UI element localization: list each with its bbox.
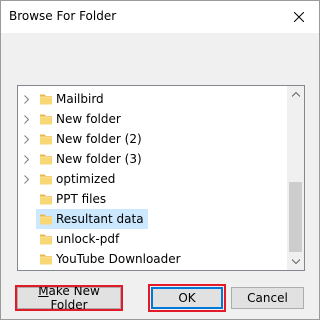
- vertical-scrollbar[interactable]: [287, 86, 304, 270]
- window-title: Browse For Folder: [9, 9, 117, 23]
- ok-label: OK: [178, 291, 196, 305]
- tree-item[interactable]: unlock-pdf: [18, 229, 288, 249]
- folder-icon: [39, 232, 53, 246]
- folder-icon: [39, 112, 53, 126]
- folder-icon: [39, 172, 53, 186]
- ok-button[interactable]: OK: [148, 284, 226, 312]
- chevron-up-icon: [291, 92, 300, 97]
- tree-item[interactable]: Resultant data: [18, 209, 288, 229]
- expand-chevron-right-icon[interactable]: [21, 134, 31, 144]
- scroll-up-button[interactable]: [287, 86, 304, 103]
- expand-chevron-right-icon[interactable]: [21, 114, 31, 124]
- tree-item-label: PPT files: [56, 192, 107, 206]
- tree-item-label: YouTube Downloader: [56, 252, 181, 266]
- tree-item[interactable]: YouTube Downloader: [18, 249, 288, 269]
- expand-chevron-right-icon[interactable]: [21, 94, 31, 104]
- tree-item[interactable]: Mailbird: [18, 89, 288, 109]
- tree-item-label-wrap[interactable]: YouTube Downloader: [36, 249, 185, 269]
- chevron-down-icon: [291, 259, 300, 264]
- tree-item-label: optimized: [56, 172, 116, 186]
- folder-icon: [39, 152, 53, 166]
- folder-tree-list: Mailbird New folder New folder (2) New fold…: [18, 89, 288, 269]
- make-new-folder-button[interactable]: Make New Folder: [15, 284, 123, 312]
- cancel-button[interactable]: Cancel: [231, 287, 304, 309]
- tree-item[interactable]: optimized: [18, 169, 288, 189]
- tree-item-label: New folder (2): [56, 132, 142, 146]
- folder-icon: [39, 132, 53, 146]
- expand-chevron-right-icon[interactable]: [21, 154, 31, 164]
- folder-icon: [39, 252, 53, 266]
- instruction-area: [13, 41, 303, 69]
- tree-item-label: Mailbird: [56, 92, 104, 106]
- folder-icon: [39, 212, 53, 226]
- tree-item[interactable]: New folder (3): [18, 149, 288, 169]
- tree-item-label: New folder (3): [56, 152, 142, 166]
- scroll-down-button[interactable]: [287, 253, 304, 270]
- folder-tree[interactable]: Mailbird New folder New folder (2) New fold…: [17, 85, 305, 271]
- close-icon: [294, 12, 304, 22]
- tree-item-label: New folder: [56, 112, 121, 126]
- scrollbar-thumb[interactable]: [289, 182, 302, 252]
- browse-for-folder-dialog: Browse For Folder Mailbird New folder New …: [0, 0, 320, 320]
- tree-item[interactable]: New folder: [18, 109, 288, 129]
- tree-item-label: unlock-pdf: [56, 232, 120, 246]
- close-button[interactable]: [279, 1, 319, 33]
- cancel-label: Cancel: [247, 291, 288, 305]
- tree-item-label: Resultant data: [56, 212, 144, 226]
- tree-item[interactable]: PPT files: [18, 189, 288, 209]
- folder-icon: [39, 92, 53, 106]
- folder-icon: [39, 192, 53, 206]
- expand-chevron-right-icon[interactable]: [21, 174, 31, 184]
- title-bar: Browse For Folder: [1, 1, 319, 33]
- tree-item[interactable]: New folder (2): [18, 129, 288, 149]
- make-new-folder-label: Make New Folder: [38, 284, 100, 312]
